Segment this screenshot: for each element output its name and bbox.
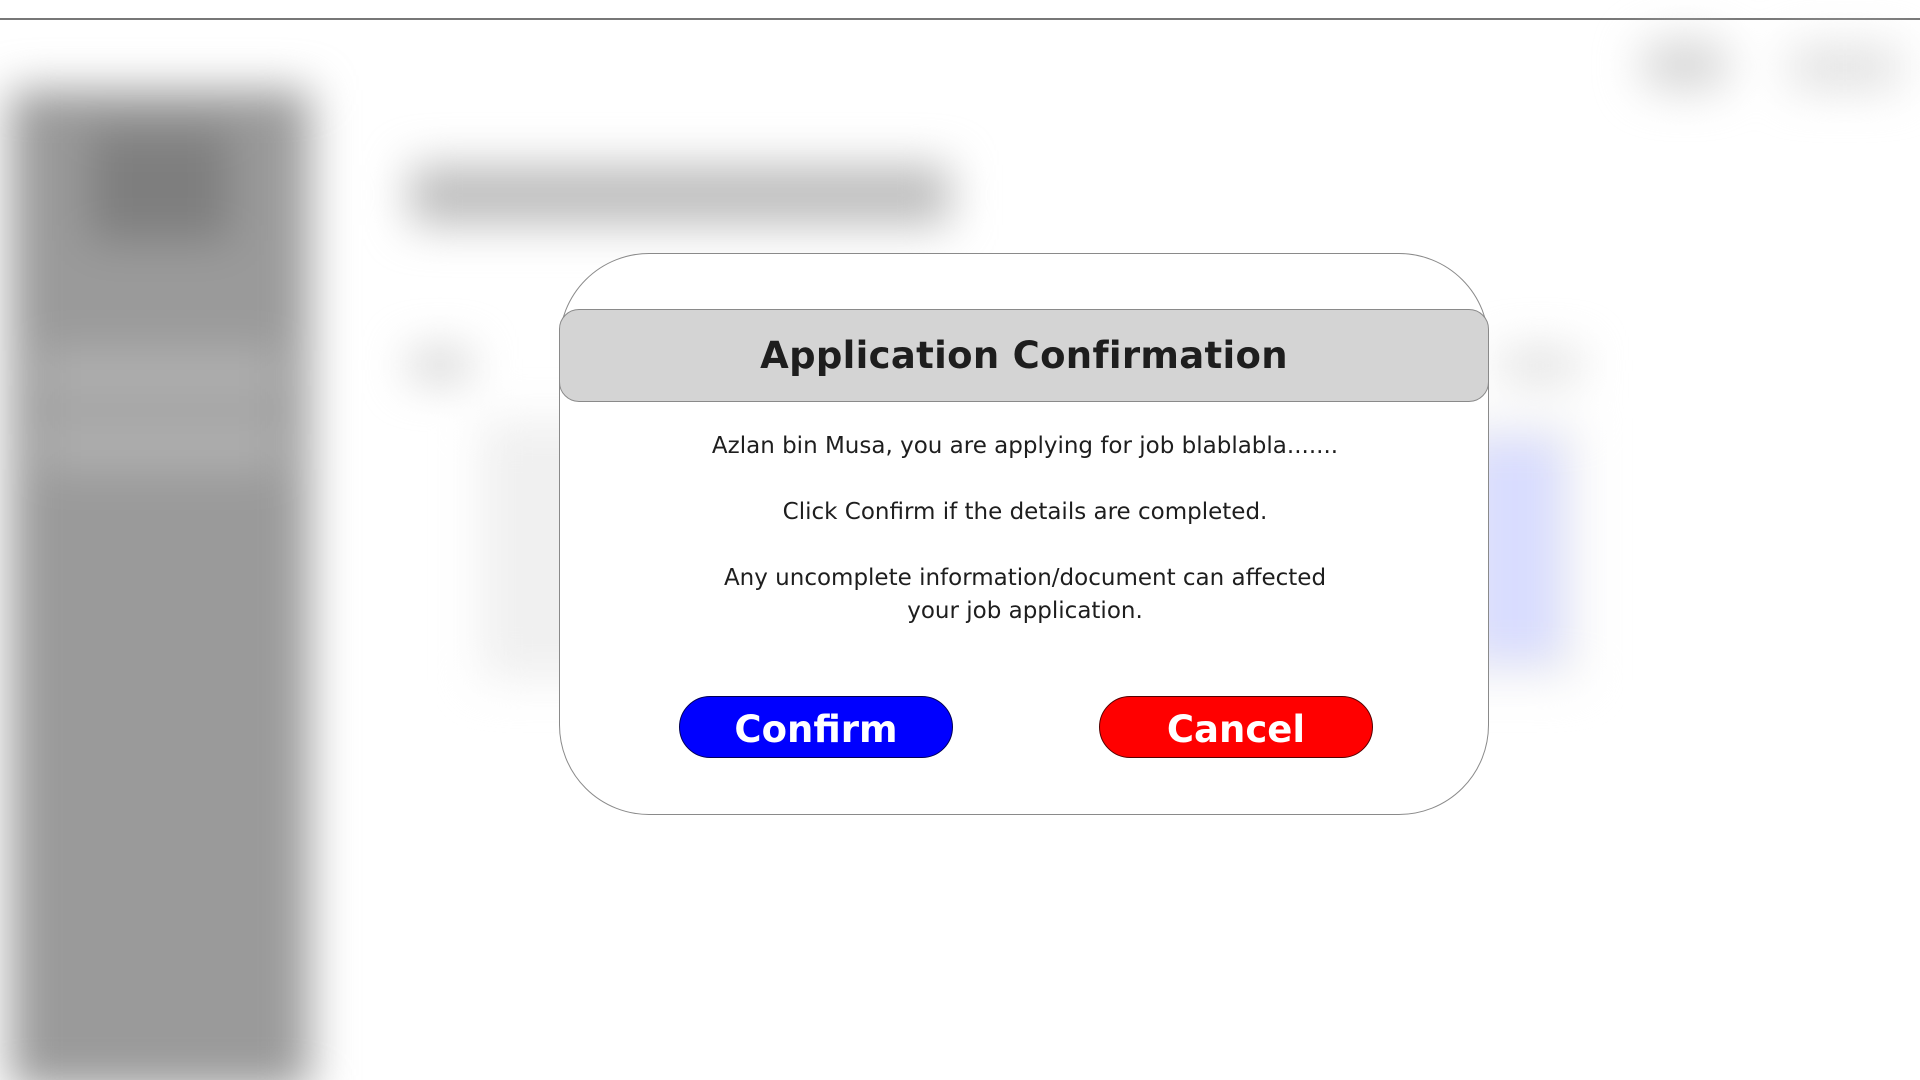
background-page-title xyxy=(410,165,950,225)
dialog-header: Application Confirmation xyxy=(559,309,1489,402)
screen: Application Confirmation Azlan bin Musa,… xyxy=(0,0,1920,1080)
dialog-message: Azlan bin Musa, you are applying for job… xyxy=(560,430,1490,661)
message-warning-line: Any uncomplete information/document can … xyxy=(723,565,1327,591)
background-sidebar-item xyxy=(40,350,280,400)
window-top-strip xyxy=(0,0,1920,18)
background-label xyxy=(410,350,470,380)
background-label xyxy=(1500,350,1580,380)
background-sidebar-item xyxy=(40,420,280,470)
message-instruction-line: Click Confirm if the details are complet… xyxy=(782,499,1268,525)
background-sidebar-logo xyxy=(90,130,230,240)
message-applicant-line: Azlan bin Musa, you are applying for job… xyxy=(711,433,1339,459)
application-confirmation-dialog: Application Confirmation Azlan bin Musa,… xyxy=(559,253,1489,815)
message-warning-line: your job application. xyxy=(907,598,1143,624)
confirm-button[interactable]: Confirm xyxy=(679,696,953,758)
background-user-menu xyxy=(1790,45,1900,90)
dialog-title: Application Confirmation xyxy=(760,334,1288,377)
background-avatar xyxy=(1640,40,1730,90)
cancel-button[interactable]: Cancel xyxy=(1099,696,1373,758)
